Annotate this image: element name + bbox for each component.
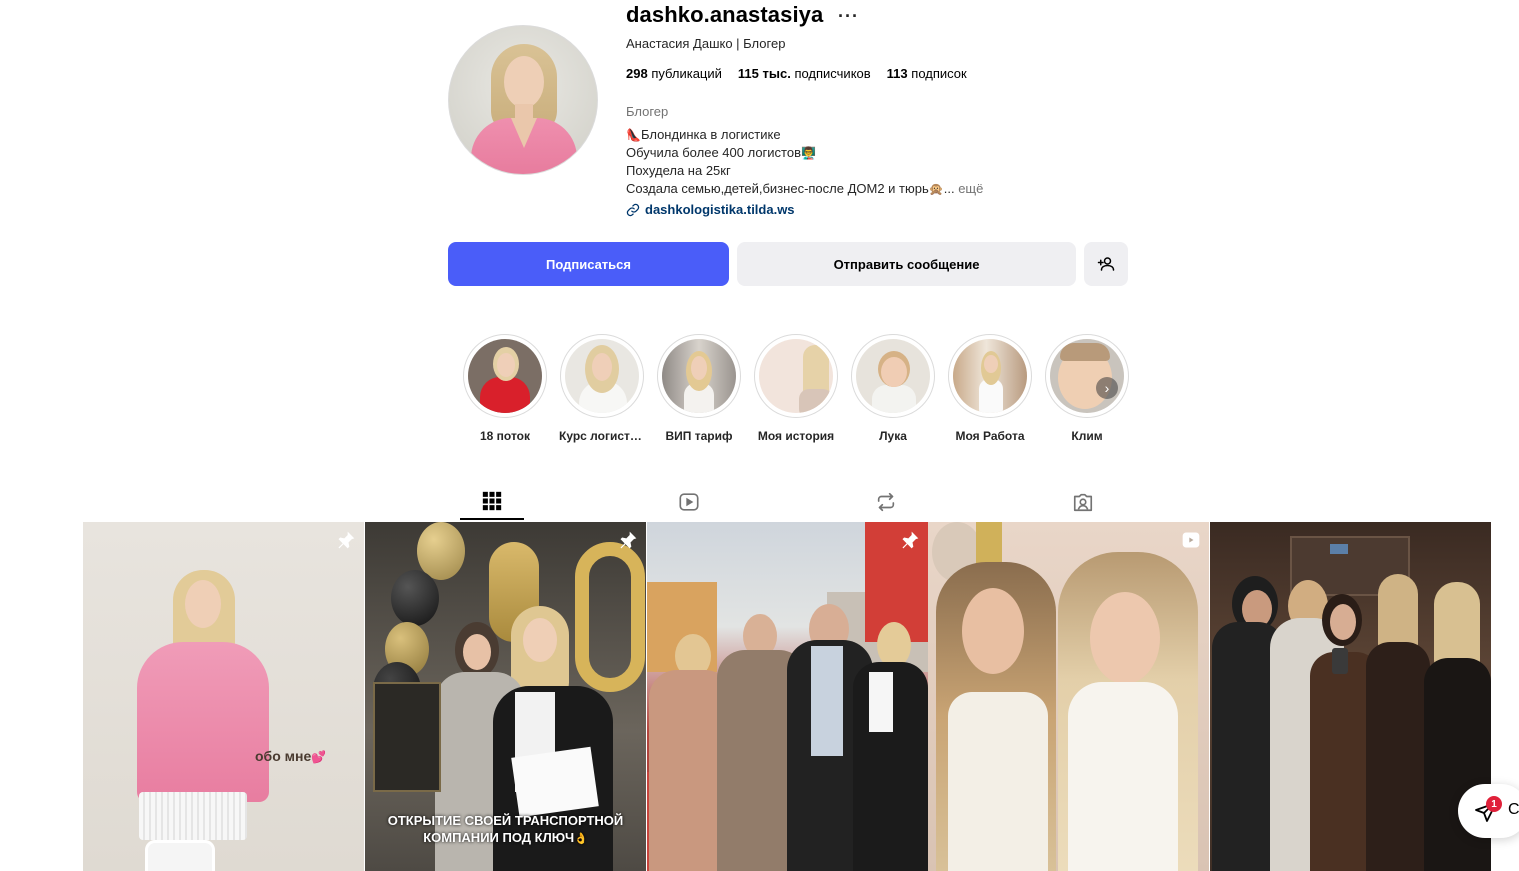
tagged-icon <box>1073 493 1093 512</box>
following-stat[interactable]: 113 подписок <box>887 66 967 81</box>
send-message-button[interactable]: Отправить сообщение <box>737 242 1076 286</box>
more-options-icon[interactable]: ··· <box>838 6 859 27</box>
highlight-item[interactable]: 18 поток <box>462 334 548 443</box>
highlight-item[interactable]: ВИП тариф <box>656 334 742 443</box>
tab-tagged[interactable] <box>1051 484 1115 520</box>
tab-posts[interactable] <box>460 484 524 520</box>
profile-category: Блогер <box>626 104 669 119</box>
highlight-item[interactable]: Моя Работа <box>947 334 1033 443</box>
highlight-label: ВИП тариф <box>665 429 733 443</box>
highlight-label: Лука <box>879 429 907 443</box>
highlight-item[interactable]: Лука <box>850 334 936 443</box>
highlight-cover <box>759 339 833 413</box>
profile-bio: 👠Блондинка в логистике Обучила более 400… <box>626 127 984 196</box>
highlight-cover <box>856 339 930 413</box>
highlight-cover <box>953 339 1027 413</box>
followers-stat[interactable]: 115 тыс. подписчиков <box>738 66 871 81</box>
highlight-label: Курс логисти... <box>559 429 645 443</box>
pin-icon <box>620 531 637 549</box>
messages-label: С <box>1508 801 1519 818</box>
highlight-cover <box>662 339 736 413</box>
tab-reposts[interactable] <box>854 484 918 520</box>
highlight-cover <box>468 339 542 413</box>
bio-more-link[interactable]: ещё <box>958 181 983 196</box>
profile-website-link[interactable]: dashkologistika.tilda.ws <box>626 202 795 217</box>
highlight-label: Клим <box>1071 429 1103 443</box>
highlight-cover <box>1050 339 1124 413</box>
pin-icon <box>338 531 355 549</box>
notification-badge: 1 <box>1486 796 1502 812</box>
profile-username: dashko.anastasiya <box>626 2 824 27</box>
post-caption: обо мне💕 <box>255 748 327 764</box>
reel-icon <box>1182 532 1200 548</box>
reels-icon <box>679 493 699 511</box>
link-icon <box>626 203 640 216</box>
highlight-item[interactable]: Моя история <box>753 334 839 443</box>
post-tile[interactable] <box>647 522 928 871</box>
tab-reels[interactable] <box>657 484 721 520</box>
profile-full-name: Анастасия Дашко | Блогер <box>626 36 786 51</box>
grid-icon <box>482 491 502 511</box>
highlight-item[interactable]: Курс логисти... <box>559 334 645 443</box>
pin-icon <box>902 531 919 549</box>
post-tile[interactable]: ОТКРЫТИЕ СВОЕЙ ТРАНСПОРТНОЙ КОМПАНИИ ПОД… <box>365 522 646 871</box>
profile-avatar[interactable] <box>448 25 598 175</box>
add-person-icon <box>1097 257 1115 271</box>
highlight-label: Моя Работа <box>955 429 1025 443</box>
chevron-right-icon: › <box>1104 380 1110 396</box>
post-tile[interactable] <box>1210 522 1491 871</box>
follow-button[interactable]: Подписаться <box>448 242 729 286</box>
messages-button[interactable]: 1 С <box>1458 784 1519 838</box>
highlight-label: Моя история <box>757 429 835 443</box>
posts-stat[interactable]: 298 публикаций <box>626 66 722 81</box>
highlight-cover <box>565 339 639 413</box>
highlight-label: 18 поток <box>479 429 530 443</box>
post-caption: ОТКРЫТИЕ СВОЕЙ ТРАНСПОРТНОЙ КОМПАНИИ ПОД… <box>387 813 624 845</box>
post-tile[interactable]: обо мне💕 <box>83 522 364 871</box>
repost-icon <box>877 492 895 512</box>
profile-stats: 298 публикаций 115 тыс. подписчиков 113 … <box>626 66 967 81</box>
post-tile[interactable] <box>928 522 1209 871</box>
highlights-next-button[interactable]: › <box>1096 377 1118 399</box>
suggested-users-button[interactable] <box>1084 242 1128 286</box>
